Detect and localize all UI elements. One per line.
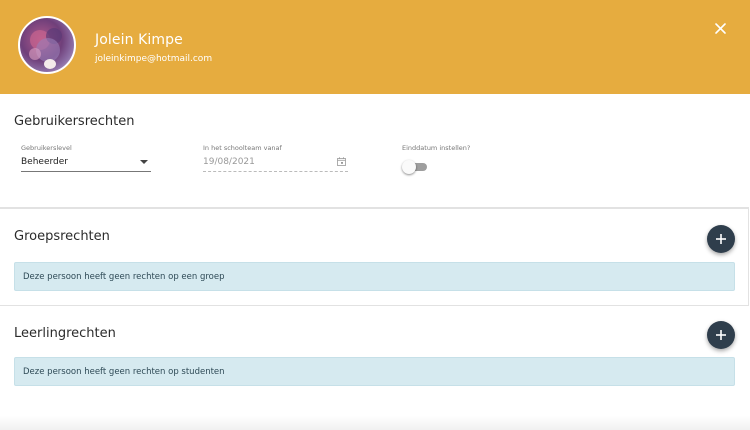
user-rights-section: Gebruikersrechten Gebruikerslevel Beheer… (0, 94, 749, 208)
team-start-date-field[interactable]: 19/08/2021 (203, 154, 348, 172)
close-button[interactable] (712, 20, 730, 38)
student-rights-empty-message: Deze persoon heeft geen rechten op stude… (14, 357, 735, 386)
user-level-select[interactable]: Beheerder (21, 154, 151, 172)
user-name: Jolein Kimpe (95, 32, 183, 48)
close-icon (715, 23, 726, 34)
add-student-right-button[interactable] (707, 321, 735, 349)
user-level-label: Gebruikerslevel (21, 144, 72, 152)
enddate-toggle[interactable] (402, 160, 427, 174)
plus-icon (716, 234, 726, 244)
profile-header: Jolein Kimpe joleinkimpe@hotmail.com (0, 0, 750, 94)
bottom-divider (0, 416, 750, 430)
plus-icon (716, 330, 726, 340)
student-rights-section: Leerlingrechten Deze persoon heeft geen … (0, 306, 749, 416)
group-rights-section: Groepsrechten Deze persoon heeft geen re… (0, 208, 749, 306)
add-group-right-button[interactable] (707, 225, 735, 253)
team-start-date-value: 19/08/2021 (203, 157, 255, 167)
student-rights-title: Leerlingrechten (14, 326, 116, 341)
team-start-label: In het schoolteam vanaf (203, 144, 282, 152)
group-rights-empty-text: Deze persoon heeft geen rechten op een g… (23, 272, 225, 282)
caret-down-icon (140, 160, 148, 164)
user-email: joleinkimpe@hotmail.com (95, 54, 213, 64)
user-level-value: Beheerder (21, 157, 68, 167)
group-rights-title: Groepsrechten (14, 229, 110, 244)
enddate-label: Einddatum instellen? (402, 144, 471, 152)
student-rights-empty-text: Deze persoon heeft geen rechten op stude… (23, 367, 225, 377)
avatar-image (29, 28, 62, 69)
calendar-icon[interactable] (337, 157, 346, 166)
toggle-thumb (402, 160, 416, 174)
group-rights-empty-message: Deze persoon heeft geen rechten op een g… (14, 262, 735, 291)
user-rights-title: Gebruikersrechten (14, 114, 135, 129)
avatar (18, 16, 76, 74)
